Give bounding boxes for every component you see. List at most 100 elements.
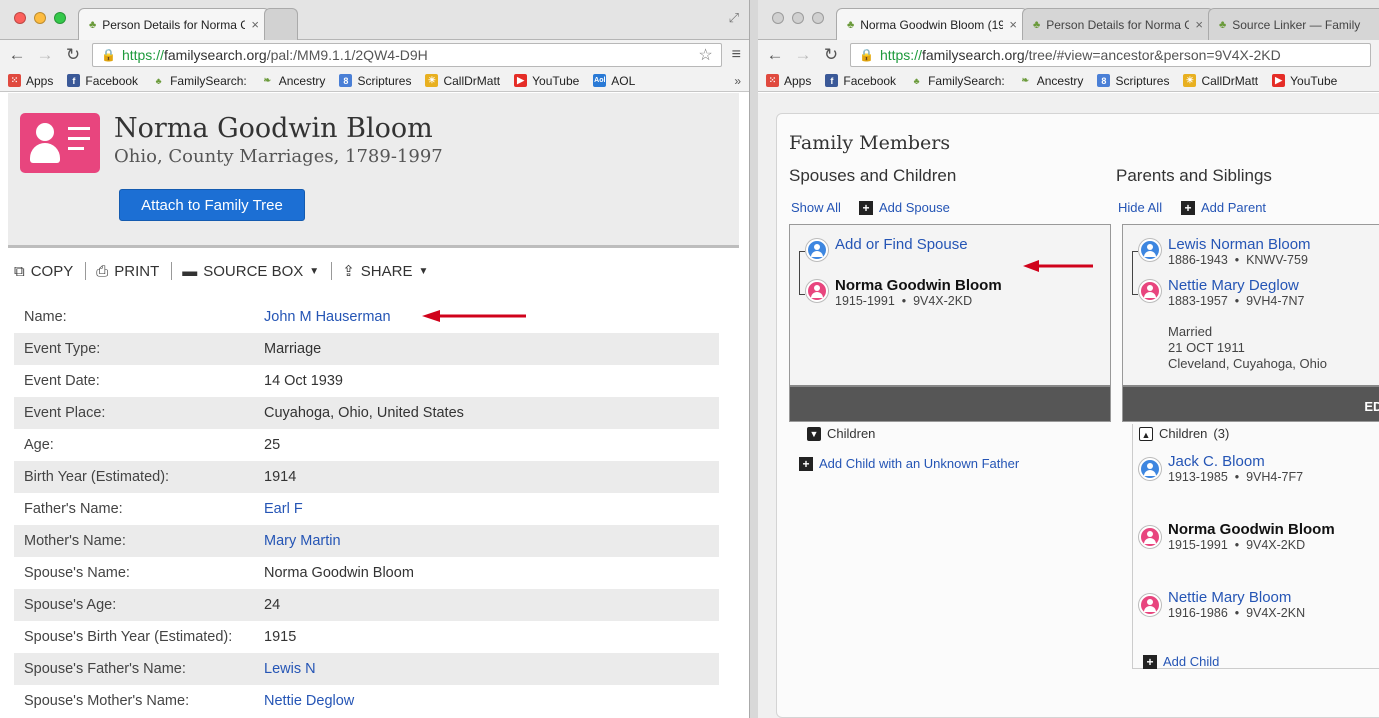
- source-box-button[interactable]: ▬ SOURCE BOX ▼: [182, 263, 331, 280]
- father-name[interactable]: Lewis Norman Bloom: [1168, 236, 1311, 253]
- children-toggle[interactable]: ▼ Children: [807, 426, 875, 441]
- close-tab-icon[interactable]: ×: [1009, 17, 1017, 32]
- fullscreen-icon[interactable]: ⤢: [729, 10, 739, 26]
- edit-couple-button[interactable]: EDIT: [1123, 385, 1379, 421]
- bookmark-label: Ancestry: [1036, 73, 1084, 88]
- bookmark-youtube[interactable]: ▶ YouTube: [514, 74, 579, 88]
- box-icon: ▬: [182, 262, 198, 280]
- minimize-window-button[interactable]: [34, 12, 46, 24]
- familysearch-tree-icon: ♣: [1033, 18, 1041, 31]
- field-value-link[interactable]: Earl F: [264, 501, 303, 517]
- new-tab-button[interactable]: [264, 8, 298, 40]
- family-members-section: Family Members Spouses and Children Pare…: [776, 113, 1379, 718]
- url-scheme: https://: [879, 47, 922, 63]
- action-label: SOURCE BOX: [203, 262, 304, 280]
- print-button[interactable]: ⎙ PRINT: [96, 263, 171, 280]
- back-icon[interactable]: ←: [766, 45, 784, 65]
- bookmark-label: Scriptures: [1115, 73, 1170, 88]
- bookmarks-bar: ⁙ Apps f Facebook ♣ FamilySearch: ❧ Ancestry…: [758, 70, 1379, 92]
- bookmark-ancestry[interactable]: ❧ Ancestry: [1019, 73, 1084, 88]
- siblings-toggle[interactable]: ▲ Children (3): [1139, 426, 1229, 441]
- share-button[interactable]: ⇪ SHARE ▼: [342, 262, 440, 281]
- bookmark-facebook[interactable]: f Facebook: [825, 74, 896, 88]
- close-window-button[interactable]: [772, 12, 784, 24]
- forward-icon[interactable]: →: [794, 45, 812, 65]
- close-tab-icon[interactable]: ×: [251, 17, 259, 32]
- bookmark-familysearch[interactable]: ♣ FamilySearch:: [910, 74, 1005, 88]
- menu-icon[interactable]: ≡: [732, 46, 741, 64]
- bookmark-facebook[interactable]: f Facebook: [67, 74, 138, 88]
- mother-name[interactable]: Nettie Mary Deglow: [1168, 277, 1299, 294]
- bookmark-star-icon[interactable]: ☆: [698, 45, 712, 65]
- record-header: Norma Goodwin Bloom Ohio, County Marriag…: [8, 93, 739, 248]
- address-bar[interactable]: 🔒 https://familysearch.org/tree/#view=an…: [850, 43, 1371, 67]
- bookmark-apps[interactable]: ⁙ Apps: [8, 74, 53, 88]
- bookmark-familysearch[interactable]: ♣ FamilySearch:: [152, 74, 247, 88]
- bookmark-calldrmatt[interactable]: ☀ CallDrMatt: [1183, 74, 1258, 88]
- close-tab-icon[interactable]: ×: [1195, 17, 1203, 32]
- field-value-link[interactable]: Nettie Deglow: [264, 693, 354, 709]
- sibling-name[interactable]: Nettie Mary Bloom: [1168, 589, 1291, 606]
- record-actions: ⧉ COPY ⎙ PRINT ▬ SOURCE BOX ▼ ⇪ SHARE ▼: [14, 262, 440, 280]
- field-value-link[interactable]: Mary Martin: [264, 533, 341, 549]
- action-label: SHARE: [360, 262, 413, 280]
- back-icon[interactable]: ←: [8, 45, 26, 65]
- add-spouse-link[interactable]: + Add Spouse: [859, 200, 950, 215]
- minimize-window-button[interactable]: [792, 12, 804, 24]
- tab-strip: ♣ Person Details for Norma C × ⤢: [0, 0, 749, 40]
- spouses-children-title: Spouses and Children: [789, 166, 957, 185]
- mother-years: 1883-1957: [1168, 294, 1228, 308]
- reload-icon[interactable]: ↻: [64, 45, 82, 65]
- bookmark-aol[interactable]: Aol AOL: [593, 74, 635, 88]
- ancestry-leaf-icon: ❧: [263, 75, 272, 85]
- children-label: Children: [827, 426, 876, 441]
- caret-down-icon: ▼: [309, 265, 320, 277]
- table-row: Spouse's Birth Year (Estimated): 1915: [14, 621, 719, 653]
- bookmark-scriptures[interactable]: 8 Scriptures: [1097, 74, 1169, 88]
- hide-all-link[interactable]: Hide All: [1118, 200, 1162, 215]
- tab-norma-goodwin-bloom[interactable]: ♣ Norma Goodwin Bloom (19 ×: [836, 8, 1028, 40]
- field-value: Cuyahoga, Ohio, United States: [264, 405, 464, 421]
- field-label: Spouse's Name:: [24, 565, 130, 581]
- more-bookmarks-icon[interactable]: »: [734, 74, 741, 88]
- field-value: 1914: [264, 469, 297, 485]
- tab-source-linker[interactable]: ♣ Source Linker — Family: [1208, 8, 1379, 40]
- familysearch-tree-icon: ♣: [89, 18, 97, 31]
- sibling-name[interactable]: Norma Goodwin Bloom: [1168, 521, 1335, 538]
- bookmark-calldrmatt[interactable]: ☀ CallDrMatt: [425, 74, 500, 88]
- sibling-id: 9V4X-2KN: [1246, 606, 1306, 620]
- show-all-link[interactable]: Show All: [791, 200, 841, 215]
- copy-button[interactable]: ⧉ COPY: [14, 263, 85, 280]
- attach-to-family-tree-button[interactable]: Attach to Family Tree: [119, 189, 305, 221]
- forward-icon[interactable]: →: [36, 45, 54, 65]
- plus-icon: +: [1181, 200, 1195, 215]
- bookmark-scriptures[interactable]: 8 Scriptures: [339, 74, 411, 88]
- zoom-window-button[interactable]: [54, 12, 66, 24]
- field-value-link[interactable]: Lewis N: [264, 661, 316, 677]
- tab-person-details[interactable]: ♣ Person Details for Norma C ×: [1022, 8, 1214, 40]
- add-or-find-spouse-link[interactable]: Add or Find Spouse: [835, 236, 968, 253]
- add-child-unknown-father-link[interactable]: + Add Child with an Unknown Father: [799, 456, 1019, 471]
- calldrmatt-icon: ☀: [425, 74, 439, 87]
- address-bar[interactable]: 🔒 https://familysearch.org/pal:/MM9.1.1/…: [92, 43, 722, 67]
- tab-person-details[interactable]: ♣ Person Details for Norma C ×: [78, 8, 270, 40]
- zoom-window-button[interactable]: [812, 12, 824, 24]
- self-name[interactable]: Norma Goodwin Bloom: [835, 277, 1002, 294]
- add-child-link[interactable]: + Add Child: [1143, 654, 1219, 669]
- reload-icon[interactable]: ↻: [822, 45, 840, 65]
- field-value-link[interactable]: John M Hauserman: [264, 309, 391, 325]
- aol-icon: Aol: [593, 74, 607, 87]
- add-parent-link[interactable]: + Add Parent: [1181, 200, 1266, 215]
- table-row: Spouse's Father's Name: Lewis N: [14, 653, 719, 685]
- bookmark-ancestry[interactable]: ❧ Ancestry: [261, 74, 325, 88]
- bookmark-apps[interactable]: ⁙ Apps: [766, 74, 811, 88]
- table-row: Event Place: Cuyahoga, Ohio, United State…: [14, 397, 719, 429]
- facebook-icon: f: [825, 74, 839, 87]
- bookmark-youtube[interactable]: ▶ YouTube: [1272, 74, 1337, 88]
- action-label: COPY: [30, 262, 74, 280]
- close-window-button[interactable]: [14, 12, 26, 24]
- annotation-arrow: [422, 310, 526, 322]
- window-controls: [772, 12, 824, 24]
- sibling-name[interactable]: Jack C. Bloom: [1168, 453, 1265, 470]
- sibling-vitals: 1913-1985 • 9VH4-7F7: [1168, 470, 1304, 484]
